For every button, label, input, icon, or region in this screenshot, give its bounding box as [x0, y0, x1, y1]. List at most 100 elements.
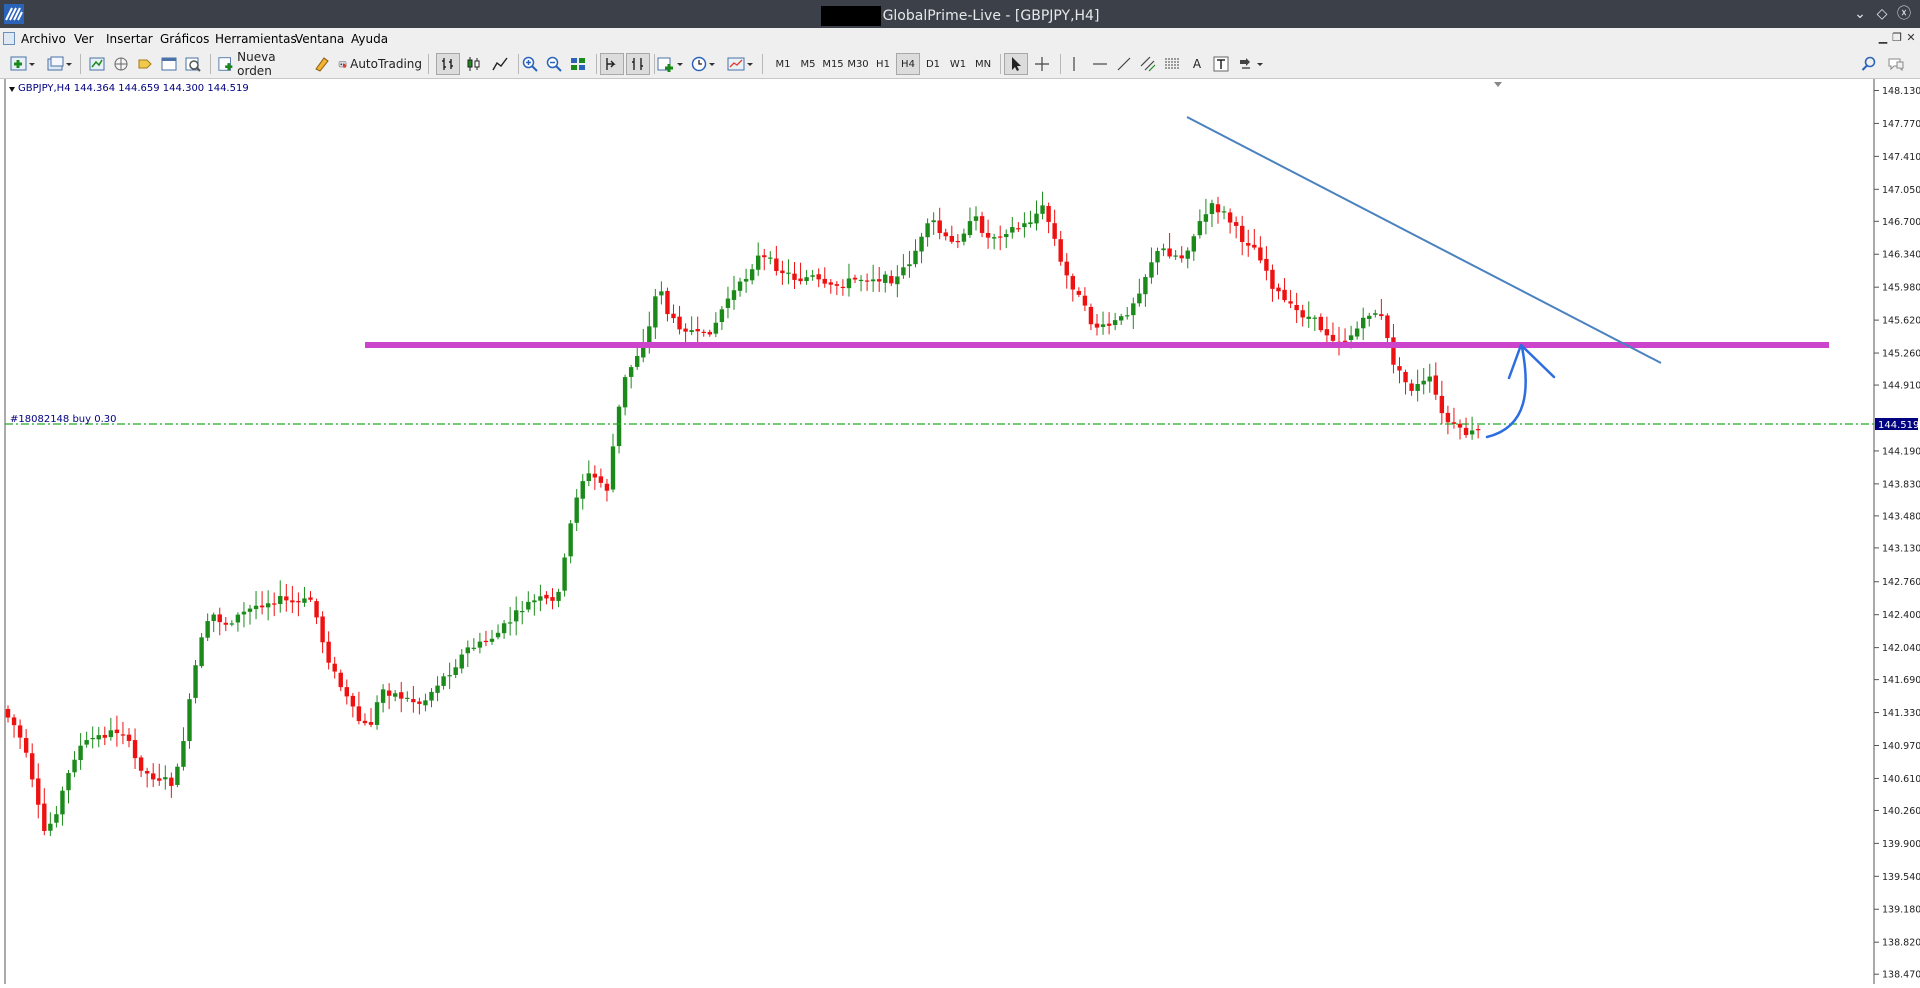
equidistant-channel-button[interactable]: [1136, 53, 1160, 75]
navigator-icon[interactable]: [110, 53, 132, 75]
bull-candle: [961, 233, 967, 242]
menu-ayuda[interactable]: Ayuda: [351, 32, 388, 46]
bull-candle: [66, 773, 71, 791]
strategy-tester-icon[interactable]: [182, 53, 204, 75]
timeframe-mn[interactable]: MN: [971, 53, 995, 75]
timeframe-h1[interactable]: H1: [871, 53, 895, 75]
menu-herramientas[interactable]: Herramientas: [215, 32, 297, 46]
fibonacci-button[interactable]: [1160, 53, 1184, 75]
profiles-button[interactable]: [44, 53, 76, 75]
new-chart-button[interactable]: [6, 53, 40, 75]
profiles-icon: [47, 56, 72, 71]
price-tick-label: 143.830: [1882, 479, 1920, 490]
trendline-button[interactable]: [1112, 53, 1136, 75]
chat-icon[interactable]: [1884, 53, 1908, 75]
chart-info-label: GBPJPY,H4 144.364 144.659 144.300 144.51…: [18, 83, 249, 94]
zoom-in-button[interactable]: [518, 53, 542, 75]
auto-scroll-button[interactable]: [600, 53, 624, 75]
mdi-close-icon[interactable]: ✕: [1904, 31, 1918, 45]
chart-shift-button[interactable]: [626, 53, 650, 75]
vertical-line-button[interactable]: [1062, 53, 1086, 75]
indicators-button[interactable]: [656, 53, 686, 75]
bull-candle: [96, 735, 101, 740]
menu-bar: Archivo Ver Insertar Gráficos Herramient…: [0, 28, 1920, 50]
menu-archivo[interactable]: Archivo: [21, 32, 66, 46]
bull-candle: [580, 481, 585, 499]
bear-candle: [979, 216, 985, 233]
bull-candle: [991, 237, 997, 239]
close-button[interactable]: ⓧ: [1894, 4, 1914, 24]
bear-candle: [338, 672, 343, 688]
bull-candle: [647, 326, 652, 344]
bar-chart-button[interactable]: [436, 53, 460, 75]
price-chart[interactable]: 148.130 147.770 147.410 147.050 146.700 146.3…: [0, 79, 1920, 984]
candlestick-button[interactable]: [462, 53, 486, 75]
search-icon[interactable]: [1858, 53, 1880, 75]
timeframe-m30[interactable]: M30: [846, 53, 870, 75]
minimize-button[interactable]: ⌄: [1850, 4, 1870, 24]
timeframe-m1[interactable]: M1: [771, 53, 795, 75]
arrows-button[interactable]: [1236, 53, 1268, 75]
text-label-button[interactable]: [1210, 53, 1232, 75]
line-chart-button[interactable]: [488, 53, 512, 75]
terminal-icon[interactable]: [158, 53, 180, 75]
templates-button[interactable]: [726, 53, 756, 75]
bull-candle: [1004, 233, 1009, 238]
bull-candle: [1112, 320, 1118, 326]
redacted-block: [820, 6, 881, 26]
bull-candle: [870, 279, 876, 282]
bear-candle: [1330, 334, 1336, 341]
periods-button[interactable]: [690, 53, 720, 75]
horizontal-line-icon: [1093, 63, 1107, 65]
toolbar: Nueva orden AutoTrading M1 M5 M15 M30 H1…: [0, 50, 1920, 79]
bull-candle: [743, 278, 749, 282]
bull-candle: [229, 623, 235, 625]
mdi-minimize-icon[interactable]: ▁: [1876, 31, 1890, 45]
bull-candle: [1185, 250, 1190, 259]
fibonacci-icon: [1165, 58, 1179, 69]
bear-candle: [1046, 206, 1051, 222]
price-tick-label: 139.900: [1882, 839, 1920, 850]
horizontal-line-button[interactable]: [1088, 53, 1112, 75]
bear-candle: [1064, 261, 1069, 276]
text-tool-icon[interactable]: A: [1186, 53, 1208, 75]
timeframe-m15[interactable]: M15: [821, 53, 845, 75]
price-tick-label: 148.130: [1882, 86, 1920, 97]
bull-candle: [731, 290, 737, 300]
bear-candle: [332, 663, 337, 672]
menu-insertar[interactable]: Insertar: [106, 32, 153, 46]
bull-candle: [48, 823, 53, 831]
bull-candle: [1348, 335, 1354, 340]
metaeditor-button[interactable]: [312, 53, 332, 75]
bull-candle: [1161, 248, 1166, 251]
bull-candle: [459, 654, 464, 669]
timeframe-d1[interactable]: D1: [921, 53, 945, 75]
new-order-icon: [218, 57, 233, 71]
menu-graficos[interactable]: Gráficos: [160, 32, 209, 46]
chart-window[interactable]: 148.130 147.770 147.410 147.050 146.700 146.3…: [0, 79, 1920, 984]
price-tick-label: 146.700: [1882, 217, 1920, 228]
tile-windows-button[interactable]: [566, 53, 590, 75]
bear-candle: [126, 734, 132, 741]
zoom-out-button[interactable]: [542, 53, 566, 75]
bull-candle: [1137, 293, 1142, 304]
new-order-button[interactable]: Nueva orden: [218, 50, 306, 78]
order-label[interactable]: #18082148 buy 0.30: [10, 414, 117, 425]
autotrading-button[interactable]: AutoTrading: [338, 53, 422, 75]
bear-candle: [889, 275, 894, 284]
mdi-restore-icon[interactable]: ❐: [1890, 31, 1904, 45]
timeframe-h4[interactable]: H4: [896, 53, 920, 75]
bear-candle: [344, 687, 349, 697]
bull-candle: [719, 309, 725, 323]
data-window-icon[interactable]: [134, 53, 156, 75]
bull-candle: [211, 614, 216, 622]
cursor-button[interactable]: [1004, 53, 1028, 75]
restore-button[interactable]: ◇: [1872, 4, 1892, 24]
market-watch-icon[interactable]: [86, 53, 108, 75]
timeframe-m5[interactable]: M5: [796, 53, 820, 75]
menu-ventana[interactable]: Ventana: [295, 32, 344, 46]
menu-ver[interactable]: Ver: [74, 32, 94, 46]
timeframe-w1[interactable]: W1: [946, 53, 970, 75]
bull-candle: [253, 605, 259, 610]
crosshair-button[interactable]: [1030, 53, 1054, 75]
